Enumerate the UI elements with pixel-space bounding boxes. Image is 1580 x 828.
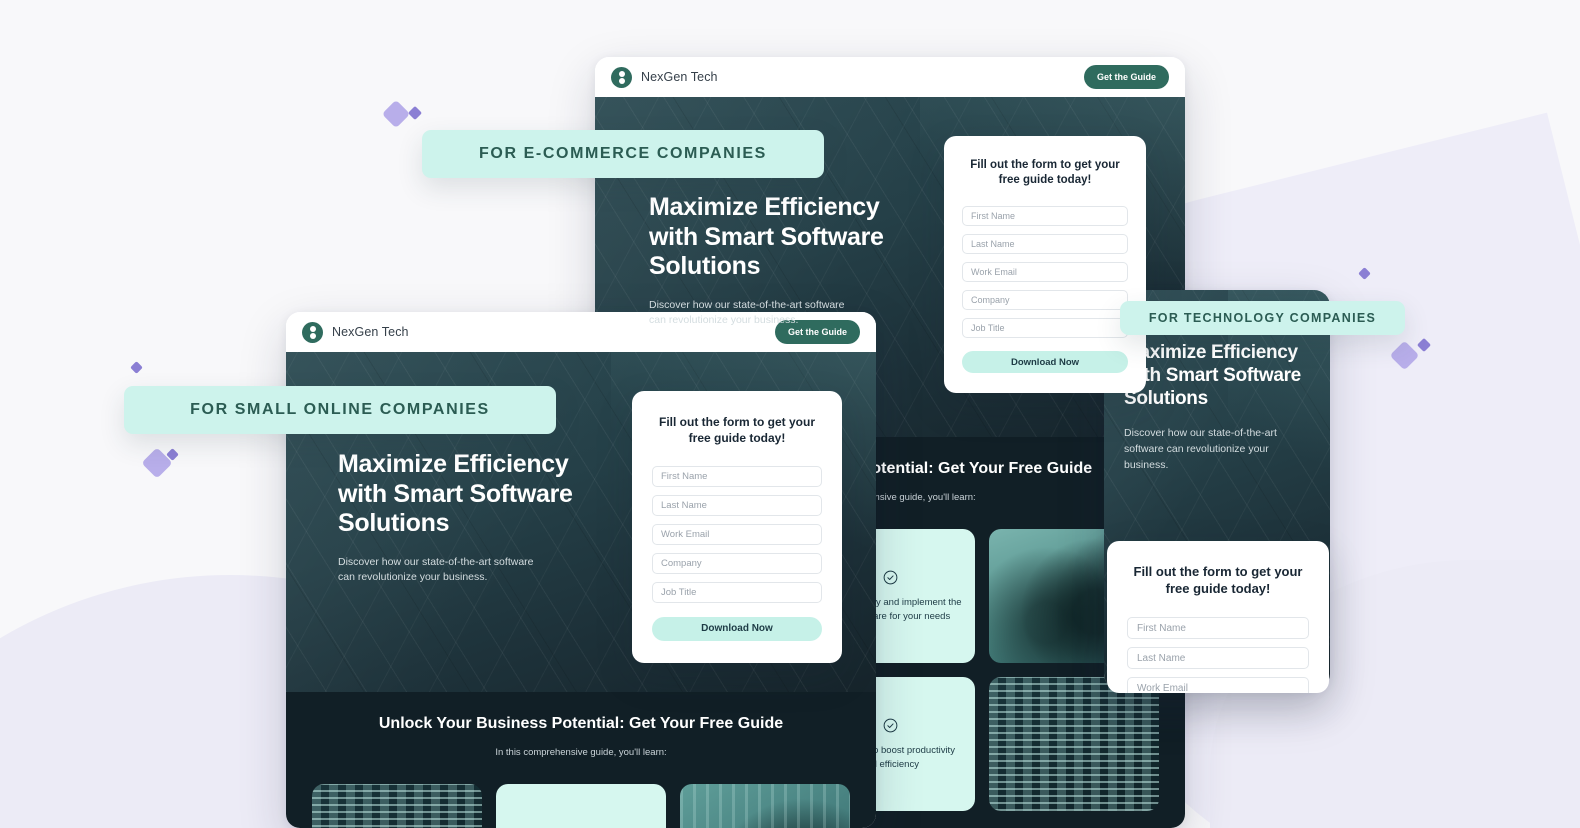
feature-card-software: [496, 784, 666, 828]
job-title-field[interactable]: Job Title: [962, 318, 1128, 339]
hero-subtext: Discover how our state-of-the-art softwa…: [1124, 427, 1277, 471]
guide-heading: Unlock Your Business Potential: Get Your…: [378, 715, 784, 732]
guide-section-small-online: Unlock Your Business Potential: Get Your…: [286, 692, 876, 828]
decorative-diamond-1: [381, 99, 411, 129]
check-circle-icon: [883, 570, 897, 585]
brand-name: NexGen Tech: [641, 70, 718, 84]
work-email-field[interactable]: Work Email: [1127, 677, 1309, 693]
first-name-field[interactable]: First Name: [652, 465, 822, 487]
work-email-field[interactable]: Work Email: [962, 262, 1128, 283]
feature-image-code-2: [989, 677, 1159, 812]
nexgen-logo-icon: [302, 321, 323, 343]
company-field[interactable]: Company: [652, 552, 822, 574]
check-circle-icon: [883, 718, 897, 733]
brand-ecommerce: NexGen Tech: [611, 66, 718, 88]
last-name-field[interactable]: Last Name: [652, 494, 822, 516]
last-name-field[interactable]: Last Name: [962, 234, 1128, 255]
form-title: Fill out the form to get your free guide…: [659, 415, 815, 445]
decorative-diamond-2: [407, 105, 423, 121]
guide-subtext: In this comprehensive guide, you'll lear…: [495, 747, 667, 759]
get-the-guide-button[interactable]: Get the Guide: [1083, 65, 1169, 89]
hero-subtext: Discover how our state-of-the-art softwa…: [338, 555, 534, 584]
company-field[interactable]: Company: [962, 290, 1128, 311]
brand-name: NexGen Tech: [332, 325, 409, 339]
download-now-button[interactable]: Download Now: [652, 616, 822, 641]
hero-subtext: Discover how our state-of-the-art softwa…: [649, 298, 845, 327]
download-now-button[interactable]: Download Now: [962, 351, 1128, 374]
screenshot-root: NexGen Tech Get the Guide Maximize Effic…: [0, 0, 1580, 828]
decorative-diamond-3: [130, 361, 143, 374]
lead-form-ecommerce: Fill out the form to get your free guide…: [944, 136, 1146, 394]
work-email-field[interactable]: Work Email: [652, 523, 822, 545]
hero-heading: Maximize Efficiency with Smart Software …: [338, 450, 573, 537]
hero-heading: Maximize Efficiency with Smart Software …: [649, 193, 884, 280]
lead-form-technology: Fill out the form to get your free guide…: [1107, 541, 1329, 693]
first-name-field[interactable]: First Name: [962, 206, 1128, 227]
nexgen-logo-icon: [611, 66, 632, 88]
job-title-field[interactable]: Job Title: [652, 581, 822, 603]
hero-heading: Maximize Efficiency with Smart Software …: [1124, 342, 1301, 409]
badge-small-online: FOR SMALL ONLINE COMPANIES: [124, 386, 556, 434]
last-name-field[interactable]: Last Name: [1127, 647, 1309, 670]
badge-technology: FOR TECHNOLOGY COMPANIES: [1120, 301, 1405, 335]
feature-image-code: [312, 784, 482, 828]
first-name-field[interactable]: First Name: [1127, 617, 1309, 640]
lead-form-small-online: Fill out the form to get your free guide…: [632, 391, 842, 663]
form-title: Fill out the form to get your free guide…: [1133, 564, 1303, 597]
feature-grid: [312, 784, 850, 828]
badge-ecommerce: FOR E-COMMERCE COMPANIES: [422, 130, 824, 178]
brand-small-online: NexGen Tech: [302, 321, 409, 343]
form-title: Fill out the form to get your free guide…: [970, 159, 1120, 187]
topbar-ecommerce: NexGen Tech Get the Guide: [595, 57, 1185, 97]
feature-image-board: [680, 784, 850, 828]
